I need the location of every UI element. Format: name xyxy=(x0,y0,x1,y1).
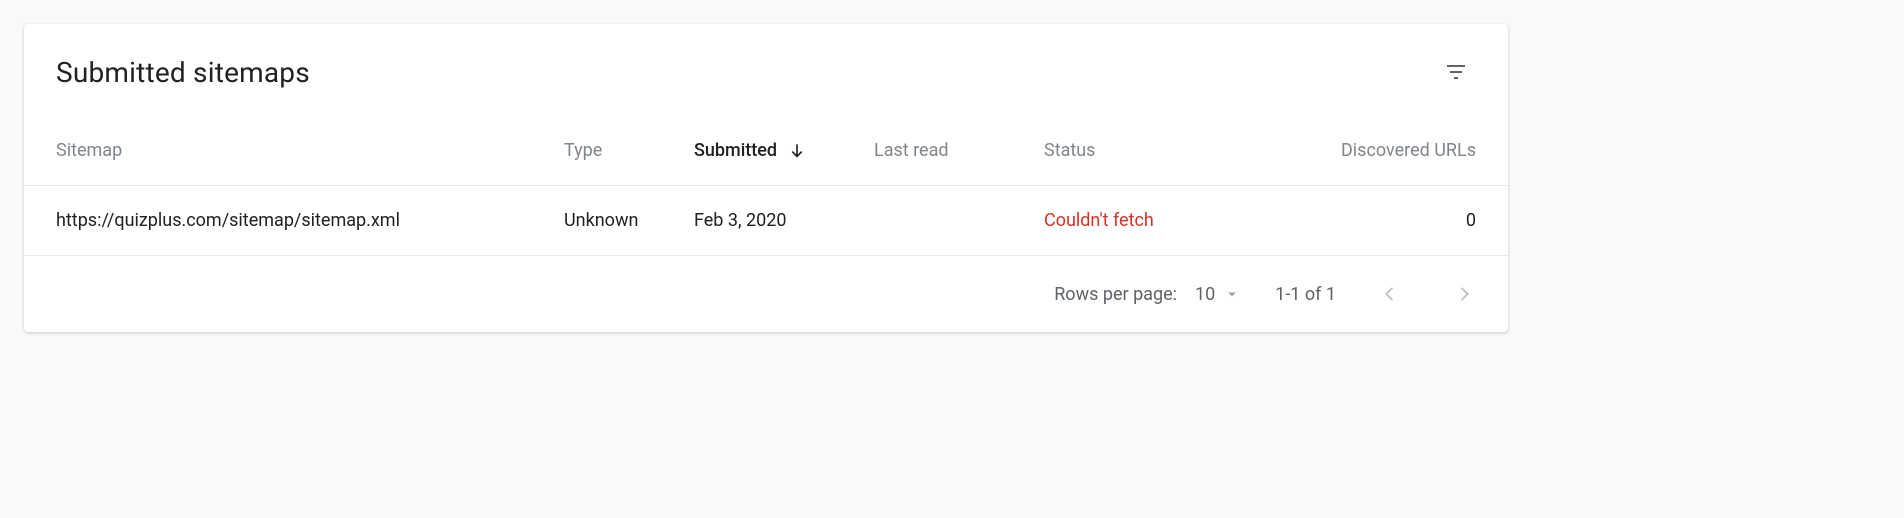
filter-icon xyxy=(1444,60,1468,84)
pager-range: 1-1 of 1 xyxy=(1275,284,1336,305)
rows-per-page: Rows per page: 10 xyxy=(1054,284,1241,305)
table-row[interactable]: https://quizplus.com/sitemap/sitemap.xml… xyxy=(24,186,1508,256)
col-submitted-label: Submitted xyxy=(694,140,777,161)
col-sitemap[interactable]: Sitemap xyxy=(24,100,564,186)
cell-sitemap: https://quizplus.com/sitemap/sitemap.xml xyxy=(24,186,564,256)
card-title: Submitted sitemaps xyxy=(56,56,310,89)
col-last-read[interactable]: Last read xyxy=(874,100,1044,186)
col-status[interactable]: Status xyxy=(1044,100,1254,186)
cell-type: Unknown xyxy=(564,186,694,256)
table-pager: Rows per page: 10 1-1 of 1 xyxy=(24,256,1508,332)
chevron-right-icon xyxy=(1453,283,1475,305)
pager-prev[interactable] xyxy=(1370,274,1410,314)
card-header: Submitted sitemaps xyxy=(24,24,1508,100)
sitemaps-table: Sitemap Type Submitted Last read Status … xyxy=(24,100,1508,256)
chevron-left-icon xyxy=(1379,283,1401,305)
pager-next[interactable] xyxy=(1444,274,1484,314)
col-discovered[interactable]: Discovered URLs xyxy=(1254,100,1508,186)
cell-submitted: Feb 3, 2020 xyxy=(694,186,874,256)
cell-status: Couldn't fetch xyxy=(1044,186,1254,256)
table-header-row: Sitemap Type Submitted Last read Status … xyxy=(24,100,1508,186)
col-type[interactable]: Type xyxy=(564,100,694,186)
dropdown-icon xyxy=(1223,285,1241,303)
sitemaps-card: Submitted sitemaps Sitemap Type Submitte… xyxy=(24,24,1508,332)
cell-discovered: 0 xyxy=(1254,186,1508,256)
arrow-down-icon xyxy=(787,141,807,161)
filter-button[interactable] xyxy=(1436,52,1476,92)
col-submitted[interactable]: Submitted xyxy=(694,100,874,186)
rows-per-page-value: 10 xyxy=(1195,284,1215,305)
rows-per-page-select[interactable]: 10 xyxy=(1195,284,1241,305)
cell-last-read xyxy=(874,186,1044,256)
rows-per-page-label: Rows per page: xyxy=(1054,284,1177,305)
